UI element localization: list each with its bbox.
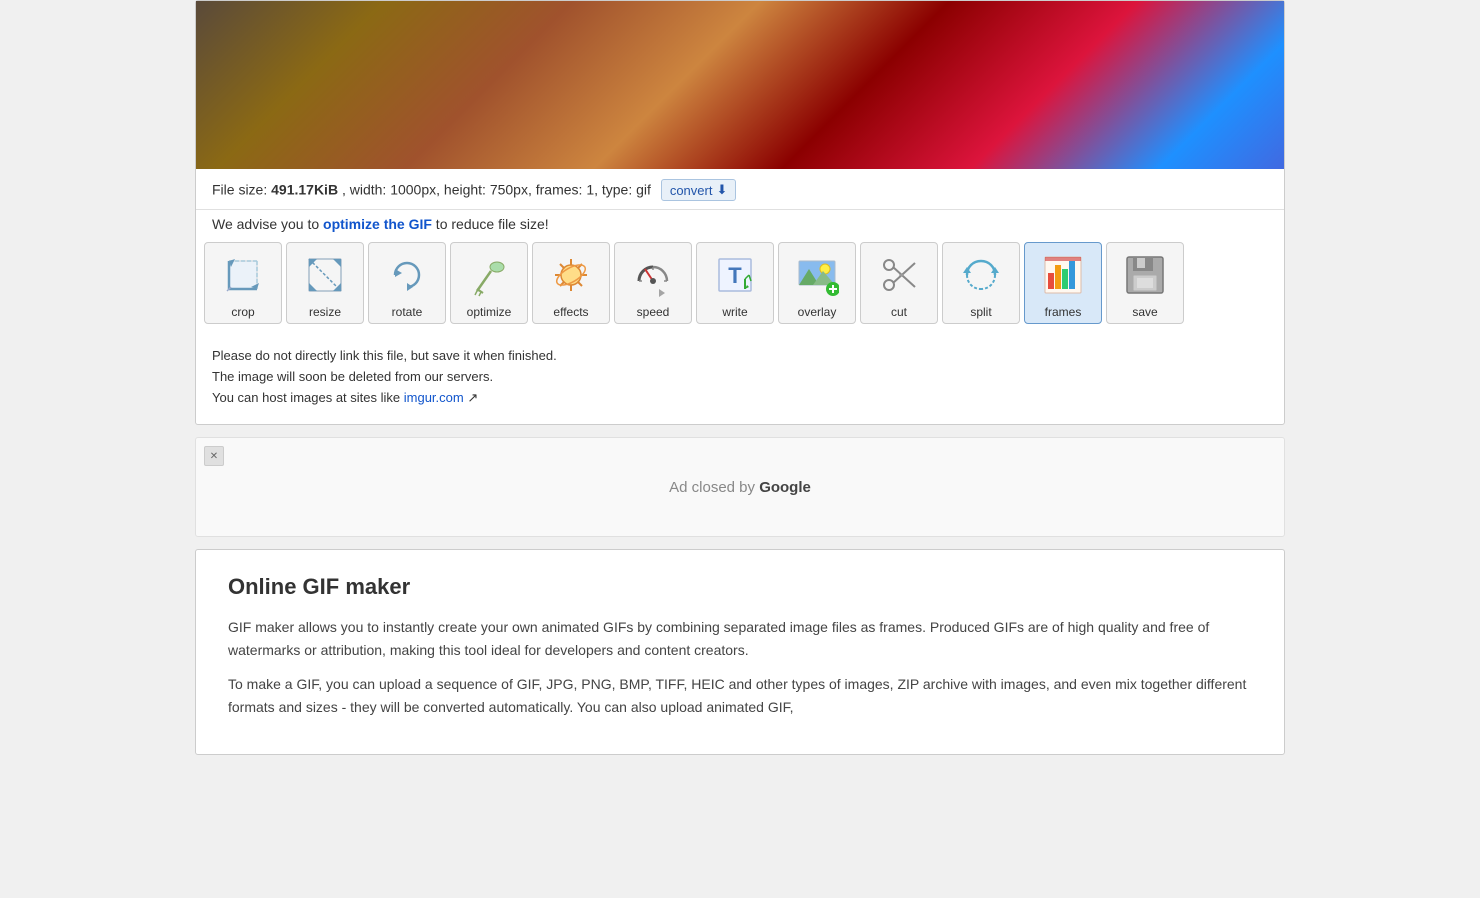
notice-line2: The image will soon be deleted from our … (212, 367, 1268, 388)
split-icon (955, 249, 1007, 301)
write-label: write (722, 305, 747, 319)
crop-label: crop (231, 305, 254, 319)
section-title: Online GIF maker (228, 574, 1252, 600)
crop-icon (217, 249, 269, 301)
overlay-icon (791, 249, 843, 301)
toolbar: crop resize (196, 242, 1284, 336)
imgur-link[interactable]: imgur.com (404, 390, 464, 405)
tool-optimize[interactable]: optimize (450, 242, 528, 324)
notice-section: Please do not directly link this file, b… (196, 336, 1284, 424)
tool-effects[interactable]: effects (532, 242, 610, 324)
effects-icon (545, 249, 597, 301)
svg-text:T: T (728, 263, 742, 288)
cut-label: cut (891, 305, 907, 319)
tool-speed[interactable]: speed (614, 242, 692, 324)
ad-text: Ad closed by Google (669, 479, 811, 496)
tool-crop[interactable]: crop (204, 242, 282, 324)
tool-overlay[interactable]: overlay (778, 242, 856, 324)
gif-preview-image (196, 1, 1284, 169)
optimize-icon (463, 249, 515, 301)
file-info-bar: File size: 491.17KiB , width: 1000px, he… (196, 169, 1284, 210)
ad-section: ✕ Ad closed by Google (195, 437, 1285, 537)
page-wrapper: File size: 491.17KiB , width: 1000px, he… (0, 0, 1480, 898)
write-icon: T (709, 249, 761, 301)
file-size-value: 491.17KiB (271, 182, 338, 198)
main-panel: File size: 491.17KiB , width: 1000px, he… (195, 0, 1285, 425)
file-meta: , width: 1000px, height: 750px, frames: … (342, 182, 651, 198)
ad-close-button[interactable]: ✕ (204, 446, 224, 466)
tool-rotate[interactable]: rotate (368, 242, 446, 324)
image-placeholder (196, 1, 1284, 169)
file-size-label: File size: (212, 182, 267, 198)
resize-label: resize (309, 305, 341, 319)
optimize-link[interactable]: optimize the GIF (323, 216, 432, 232)
download-icon: ⬇ (716, 182, 727, 198)
tool-frames[interactable]: frames (1024, 242, 1102, 324)
resize-icon (299, 249, 351, 301)
tool-write[interactable]: T write (696, 242, 774, 324)
notice-line3: You can host images at sites like imgur.… (212, 388, 1268, 409)
save-icon (1119, 249, 1171, 301)
rotate-icon (381, 249, 433, 301)
tool-cut[interactable]: cut (860, 242, 938, 324)
convert-button[interactable]: convert ⬇ (661, 179, 737, 201)
notice-line1: Please do not directly link this file, b… (212, 346, 1268, 367)
split-label: split (970, 305, 991, 319)
speed-label: speed (637, 305, 670, 319)
optimize-notice: We advise you to optimize the GIF to red… (196, 210, 1284, 242)
section-paragraph1: GIF maker allows you to instantly create… (228, 616, 1252, 661)
section-paragraph2: To make a GIF, you can upload a sequence… (228, 673, 1252, 718)
bottom-section: Online GIF maker GIF maker allows you to… (195, 549, 1285, 755)
tool-split[interactable]: split (942, 242, 1020, 324)
tool-resize[interactable]: resize (286, 242, 364, 324)
cut-icon (873, 249, 925, 301)
effects-label: effects (553, 305, 588, 319)
speed-icon (627, 249, 679, 301)
external-link-icon: ↗ (467, 390, 478, 405)
save-label: save (1132, 305, 1157, 319)
overlay-label: overlay (798, 305, 837, 319)
rotate-label: rotate (392, 305, 423, 319)
frames-icon (1037, 249, 1089, 301)
tool-save[interactable]: save (1106, 242, 1184, 324)
frames-label: frames (1045, 305, 1082, 319)
optimize-label: optimize (467, 305, 512, 319)
